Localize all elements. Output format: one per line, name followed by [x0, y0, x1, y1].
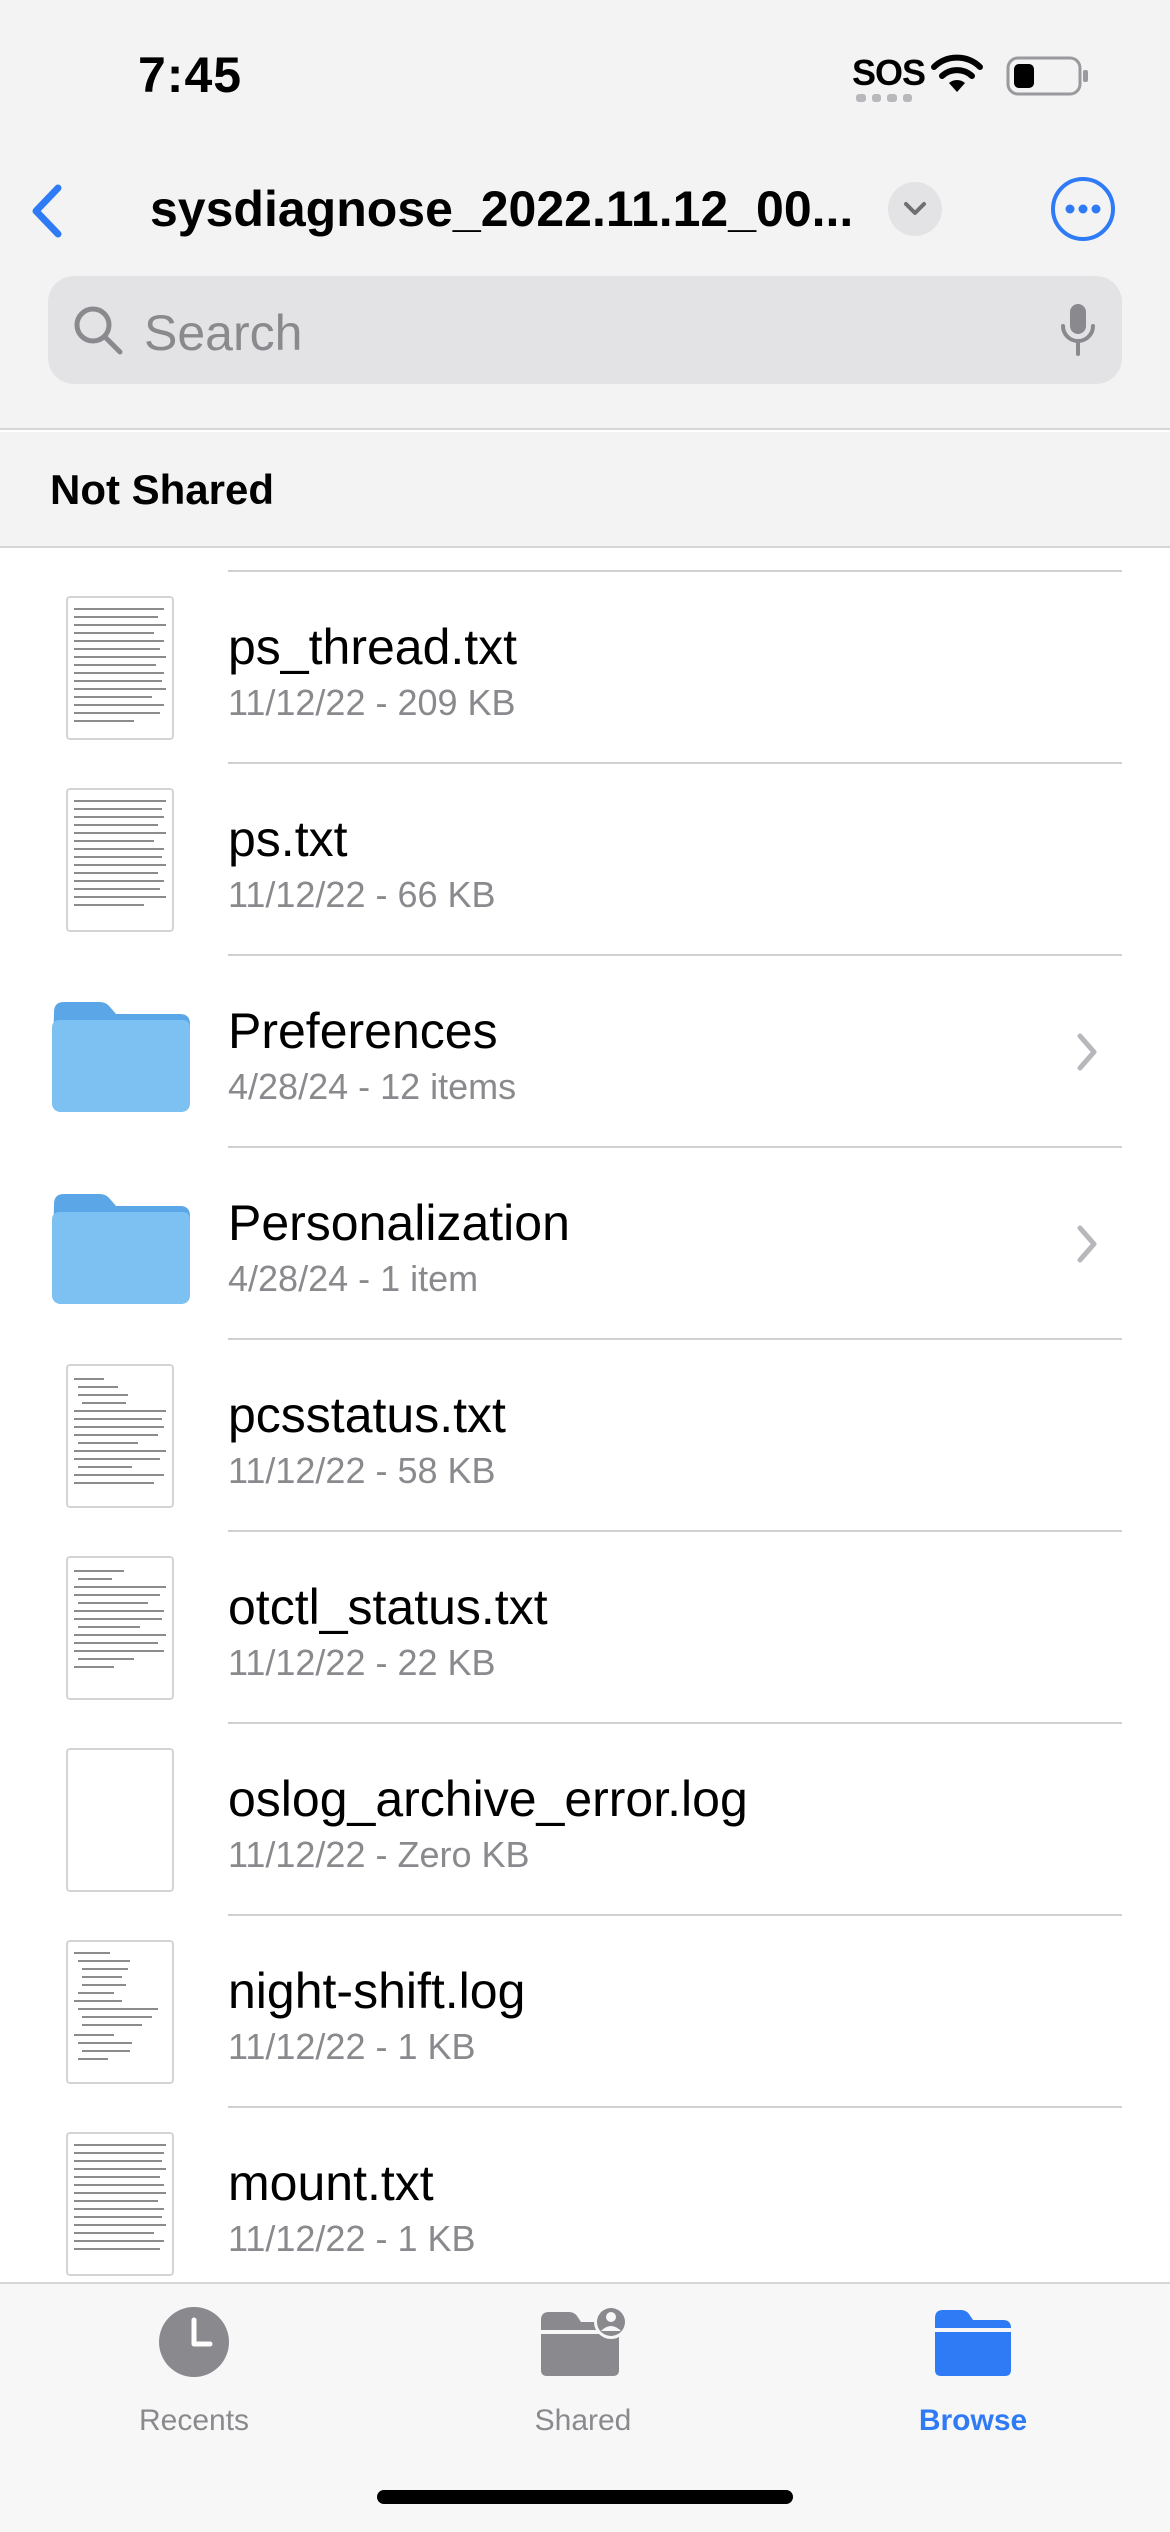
microphone-icon[interactable] [1058, 300, 1098, 360]
chevron-right-icon [1077, 1225, 1097, 1263]
home-indicator[interactable] [377, 2490, 793, 2504]
list-item[interactable]: ps_thread.txt 11/12/22 - 209 KB [0, 572, 1170, 764]
item-name: oslog_archive_error.log [228, 1771, 748, 1827]
search-placeholder: Search [144, 305, 303, 361]
item-name: mount.txt [228, 2155, 434, 2211]
back-button[interactable] [20, 176, 80, 246]
search-field[interactable]: Search [48, 276, 1122, 384]
wifi-icon [931, 54, 983, 92]
signal-dots-icon [856, 94, 912, 102]
document-thumbnail [66, 2132, 174, 2276]
battery-icon [1006, 56, 1088, 96]
folder-title[interactable]: sysdiagnose_2022.11.12_00... [150, 180, 870, 238]
document-thumbnail [66, 1364, 174, 1508]
list-item[interactable]: Preferences 4/28/24 - 12 items [0, 956, 1170, 1148]
item-meta: 11/12/22 - 1 KB [228, 2026, 476, 2067]
item-name: otctl_status.txt [228, 1579, 548, 1635]
item-name: Personalization [228, 1195, 570, 1251]
document-thumbnail [66, 596, 174, 740]
list-item[interactable]: otctl_status.txt 11/12/22 - 22 KB [0, 1532, 1170, 1724]
status-bar: 7:45 SOS [0, 0, 1170, 150]
clock-icon [159, 2307, 229, 2377]
status-time: 7:45 [138, 47, 243, 103]
item-meta: 11/12/22 - 58 KB [228, 1450, 496, 1491]
item-meta: 11/12/22 - 209 KB [228, 682, 516, 723]
more-options-button[interactable] [1048, 174, 1118, 244]
folder-icon [52, 1002, 190, 1112]
tab-recents[interactable]: Recents [64, 2304, 324, 2454]
sos-indicator: SOS [852, 52, 926, 93]
item-name: ps_thread.txt [228, 619, 518, 675]
tab-browse[interactable]: Browse [843, 2304, 1103, 2454]
item-meta: 11/12/22 - Zero KB [228, 1834, 530, 1875]
item-name: Preferences [228, 1003, 498, 1059]
chevron-right-icon [1077, 1033, 1097, 1071]
list-item[interactable]: oslog_archive_error.log 11/12/22 - Zero … [0, 1724, 1170, 1916]
list-item[interactable]: ps.txt 11/12/22 - 66 KB [0, 764, 1170, 956]
item-meta: 11/12/22 - 1 KB [228, 2218, 476, 2259]
tab-shared[interactable]: Shared [453, 2304, 713, 2454]
item-meta: 4/28/24 - 1 item [228, 1258, 479, 1299]
navigation-bar: sysdiagnose_2022.11.12_00... [0, 160, 1170, 260]
document-thumbnail [66, 1556, 174, 1700]
item-name: ps.txt [228, 811, 348, 867]
tab-label: Shared [534, 2404, 632, 2437]
item-name: pcsstatus.txt [228, 1387, 506, 1443]
item-meta: 11/12/22 - 22 KB [228, 1642, 496, 1683]
chevron-down-icon [904, 202, 926, 215]
list-item[interactable]: Personalization 4/28/24 - 1 item [0, 1148, 1170, 1340]
item-meta: 4/28/24 - 12 items [228, 1066, 517, 1107]
list-item[interactable]: pcsstatus.txt 11/12/22 - 58 KB [0, 1340, 1170, 1532]
title-menu-button[interactable] [888, 182, 942, 236]
tab-label: Browse [918, 2404, 1028, 2437]
file-list: ps_thread.txt 11/12/22 - 209 KB ps.txt 1… [0, 550, 1170, 2282]
folder-icon [935, 2310, 1011, 2376]
top-area: 7:45 SOS sysdiagnose_2022.11.12_00... Se… [0, 0, 1170, 430]
item-meta: 11/12/22 - 66 KB [228, 874, 496, 915]
item-name: night-shift.log [228, 1963, 526, 2019]
folder-icon [52, 1194, 190, 1304]
document-thumbnail [66, 1940, 174, 2084]
section-header: Not Shared [0, 432, 1170, 548]
search-icon [74, 306, 123, 355]
list-item[interactable]: night-shift.log 11/12/22 - 1 KB [0, 1916, 1170, 2108]
section-title: Not Shared [50, 466, 275, 513]
list-item[interactable]: mount.txt 11/12/22 - 1 KB [0, 2108, 1170, 2282]
shared-folder-icon [541, 2305, 628, 2376]
tab-label: Recents [138, 2404, 250, 2437]
document-thumbnail [66, 788, 174, 932]
document-thumbnail [66, 1748, 174, 1892]
